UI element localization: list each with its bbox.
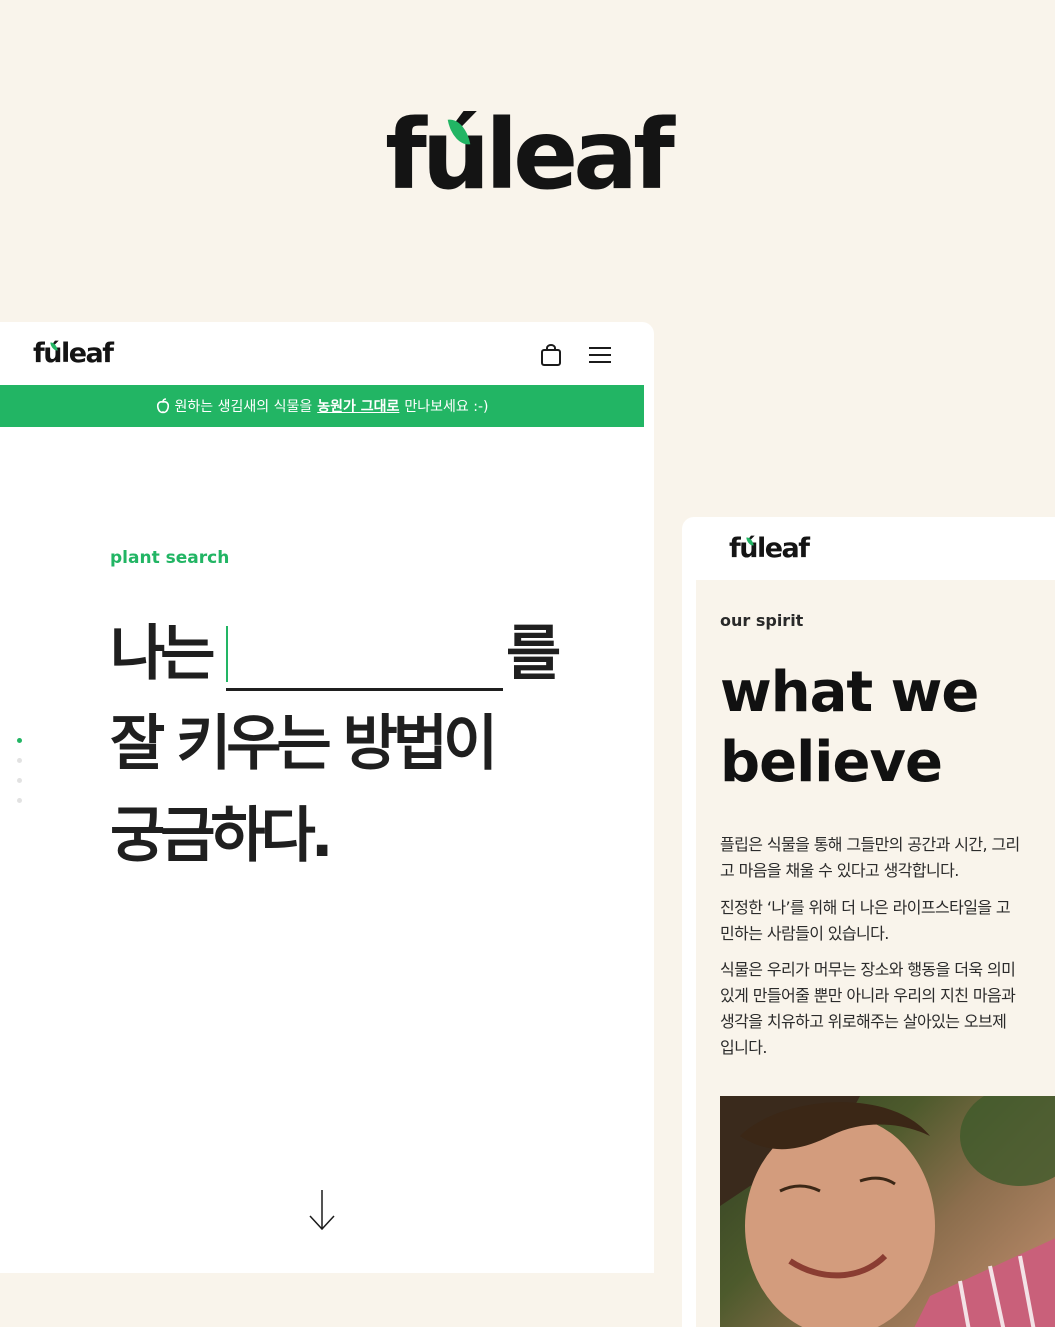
title-line2: believe bbox=[720, 730, 943, 795]
header-logo[interactable]: fúleaf bbox=[33, 338, 114, 370]
slide-pagination bbox=[17, 738, 22, 818]
promo-banner[interactable]: 원하는 생김새의 식물을 농원가 그대로 만나보세요 :-) bbox=[0, 385, 644, 427]
photo-illustration bbox=[720, 1096, 1055, 1327]
shopping-bag-icon[interactable] bbox=[540, 344, 562, 366]
header-logo[interactable]: fúleaf bbox=[729, 533, 810, 565]
pagination-dot[interactable] bbox=[17, 738, 22, 743]
header-logo-text: fúleaf bbox=[729, 533, 810, 564]
headline-line1-end: 를 bbox=[506, 619, 561, 689]
smiling-woman-photo bbox=[720, 1096, 1055, 1327]
section-title: what we believe bbox=[720, 658, 979, 798]
pagination-dot[interactable] bbox=[17, 798, 22, 803]
arrow-down-icon[interactable] bbox=[308, 1188, 336, 1232]
site-header: fúleaf bbox=[0, 322, 654, 385]
plant-search-label: plant search bbox=[110, 548, 230, 568]
our-spirit-label: our spirit bbox=[720, 611, 804, 630]
plant-search-input[interactable] bbox=[226, 626, 503, 691]
banner-highlight-link[interactable]: 농원가 그대로 bbox=[317, 396, 399, 416]
pagination-dot[interactable] bbox=[17, 778, 22, 783]
spirit-paragraph-3: 식물은 우리가 머무는 장소와 행동을 더욱 의미 있게 만들어줄 뿐만 아니라… bbox=[720, 960, 1016, 1057]
banner-text-after: 만나보세요 :-) bbox=[404, 399, 489, 415]
hamburger-menu-icon[interactable] bbox=[588, 346, 612, 364]
spirit-paragraph-2: 진정한 ‘나’를 위해 더 나은 라이프스타일을 고민하는 사람들이 있습니다. bbox=[720, 898, 1011, 943]
brand-logo-text: fúleaf bbox=[385, 99, 675, 211]
title-line1: what we bbox=[720, 660, 979, 725]
headline-line2: 잘 키우는 방법이 bbox=[110, 709, 498, 779]
banner-text-before: 원하는 생김새의 식물을 bbox=[174, 399, 313, 415]
headline-line3: 궁금하다. bbox=[110, 801, 334, 871]
apple-icon bbox=[156, 398, 169, 414]
header-logo-text: fúleaf bbox=[33, 338, 114, 369]
headline-line1-start: 나는 bbox=[110, 619, 215, 689]
spirit-panel: our spirit what we believe 플립은 식물을 통해 그들… bbox=[696, 580, 1055, 1327]
input-caret bbox=[226, 626, 228, 682]
pagination-dot[interactable] bbox=[17, 758, 22, 763]
plant-search-mockup: fúleaf 원하는 생김새의 식물을 농원가 그대로 만나보세요 :-) pl… bbox=[0, 322, 654, 1273]
brand-logo: fúleaf bbox=[0, 100, 1055, 210]
spirit-paragraph-1: 플립은 식물을 통해 그들만의 공간과 시간, 그리고 마음을 채울 수 있다고… bbox=[720, 835, 1020, 880]
our-spirit-mockup: fúleaf our spirit what we believe 플립은 식물… bbox=[682, 517, 1055, 1327]
